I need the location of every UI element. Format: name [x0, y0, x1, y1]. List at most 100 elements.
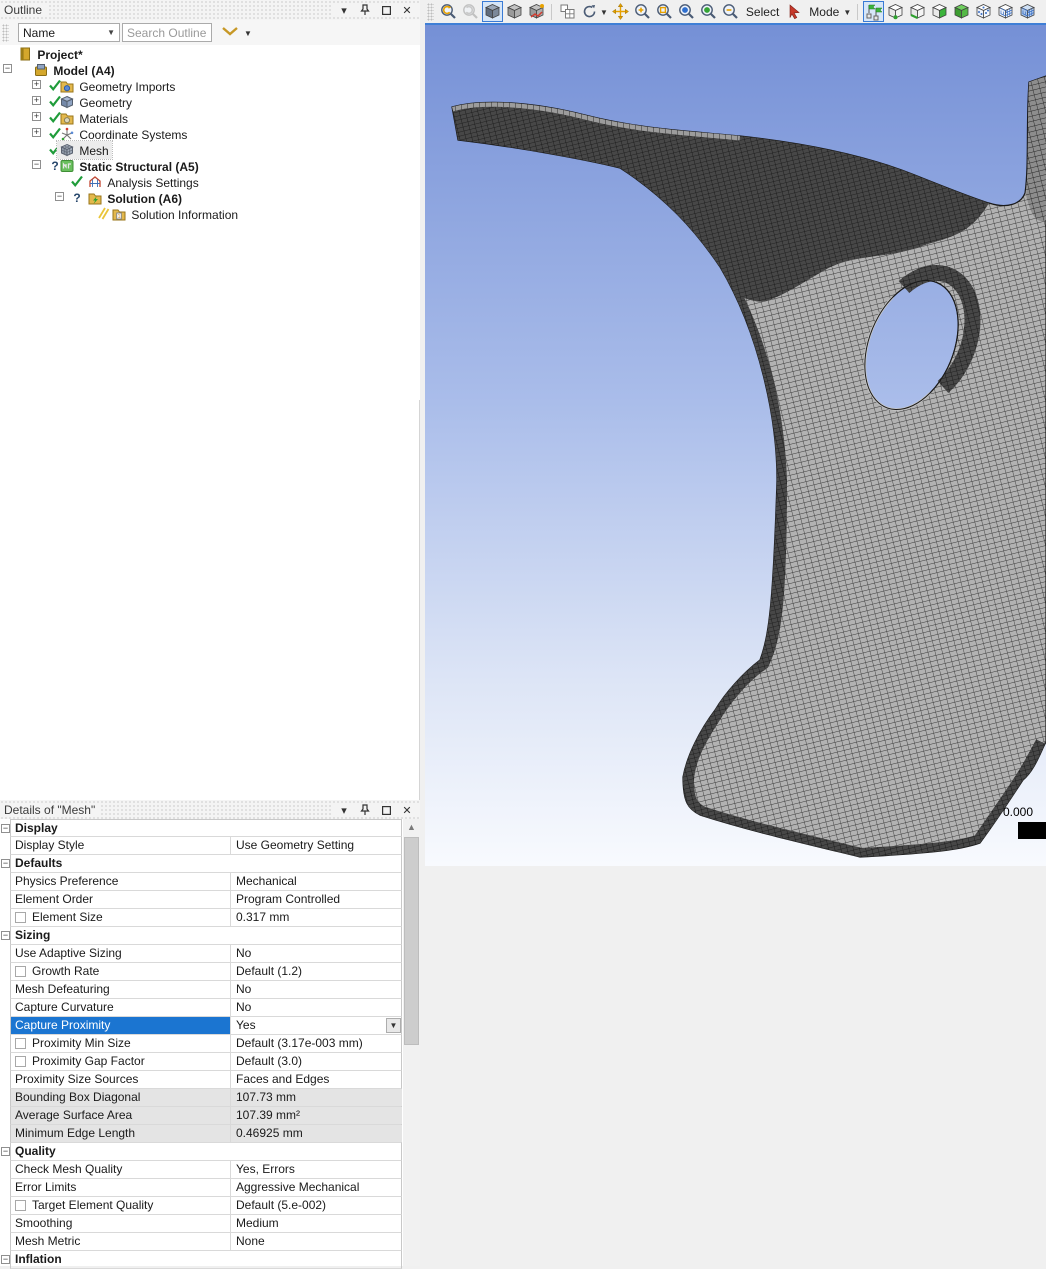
property-label[interactable]: Capture Proximity — [11, 1017, 231, 1034]
tree-item-materials[interactable]: + Materials — [0, 109, 420, 125]
tree-expander-icon[interactable]: + — [32, 96, 41, 105]
checkbox[interactable] — [15, 1038, 26, 1049]
tree-item-geometry-imports[interactable]: + Geometry Imports — [0, 77, 420, 93]
property-label[interactable]: Physics Preference — [11, 873, 231, 890]
tree-expander-icon[interactable]: − — [3, 64, 12, 73]
details-row-element-size[interactable]: Element Size 0.317 mm — [10, 909, 402, 927]
dropdown-button-icon[interactable]: ▼ — [386, 1018, 401, 1033]
box-zoom-icon[interactable] — [654, 1, 675, 22]
pin-icon[interactable] — [358, 803, 372, 817]
property-label[interactable]: Growth Rate — [11, 963, 231, 980]
property-value[interactable]: Yes▼ — [231, 1017, 402, 1034]
property-value[interactable]: Aggressive Mechanical — [231, 1179, 402, 1196]
details-row-display-style[interactable]: Display Style Use Geometry Setting — [10, 837, 402, 855]
property-label[interactable]: Proximity Size Sources — [11, 1071, 231, 1088]
close-icon[interactable]: ✕ — [400, 3, 414, 17]
close-icon[interactable]: ✕ — [400, 803, 414, 817]
chevron-down-icon[interactable]: ▼ — [600, 8, 608, 17]
tree-item-solution-a6[interactable]: −? Solution (A6) — [0, 189, 420, 205]
property-value[interactable]: 107.39 mm² — [231, 1107, 402, 1124]
property-value[interactable]: Use Geometry Setting — [231, 837, 402, 854]
property-value[interactable]: Mechanical — [231, 873, 402, 890]
section-collapse-icon[interactable]: − — [1, 931, 10, 940]
chevron-down-icon[interactable]: ▼ — [244, 29, 252, 38]
filter-vertex-icon[interactable] — [885, 1, 906, 22]
panel-menu-icon[interactable]: ▾ — [337, 803, 351, 817]
tree-expander-icon[interactable]: − — [55, 192, 64, 201]
details-row-average-surface-area[interactable]: Average Surface Area 107.39 mm² — [10, 1107, 402, 1125]
chevron-down-icon[interactable]: ▼ — [843, 8, 851, 17]
property-label[interactable]: Mesh Metric — [11, 1233, 231, 1250]
details-row-capture-curvature[interactable]: Capture Curvature No — [10, 999, 402, 1017]
details-row-error-limits[interactable]: Error Limits Aggressive Mechanical — [10, 1179, 402, 1197]
details-row-proximity-size-sources[interactable]: Proximity Size Sources Faces and Edges — [10, 1071, 402, 1089]
filter-element-icon[interactable] — [1017, 1, 1038, 22]
property-label[interactable]: Minimum Edge Length — [11, 1125, 231, 1142]
property-label[interactable]: Proximity Gap Factor — [11, 1053, 231, 1070]
shaded-exterior-edges-icon[interactable] — [482, 1, 503, 22]
property-value[interactable]: 107.73 mm — [231, 1089, 402, 1106]
details-row-mesh-metric[interactable]: Mesh Metric None — [10, 1233, 402, 1251]
checkbox[interactable] — [15, 1056, 26, 1067]
section-collapse-icon[interactable]: − — [1, 824, 10, 833]
filter-element-face-icon[interactable] — [995, 1, 1016, 22]
property-label[interactable]: Mesh Defeaturing — [11, 981, 231, 998]
zoom-out-icon[interactable] — [720, 1, 741, 22]
details-row-smoothing[interactable]: Smoothing Medium — [10, 1215, 402, 1233]
property-value[interactable]: 0.317 mm — [231, 909, 402, 926]
property-value[interactable]: Default (1.2) — [231, 963, 402, 980]
property-value[interactable]: Medium — [231, 1215, 402, 1232]
section-collapse-icon[interactable]: − — [1, 1255, 10, 1264]
tree-expander-icon[interactable]: + — [32, 112, 41, 121]
property-value[interactable]: Yes, Errors — [231, 1161, 402, 1178]
outline-titlebar[interactable]: Outline ▾ ✕ — [0, 0, 420, 20]
property-label[interactable]: Smoothing — [11, 1215, 231, 1232]
tree-item-project[interactable]: Project* — [0, 45, 420, 61]
filter-face-icon[interactable] — [929, 1, 950, 22]
property-value[interactable]: Faces and Edges — [231, 1071, 402, 1088]
property-label[interactable]: Error Limits — [11, 1179, 231, 1196]
section-collapse-icon[interactable]: − — [1, 859, 10, 868]
details-row-growth-rate[interactable]: Growth Rate Default (1.2) — [10, 963, 402, 981]
details-section-sizing[interactable]: − Sizing — [10, 927, 402, 945]
filter-node-icon[interactable] — [973, 1, 994, 22]
zoom-back-icon[interactable] — [438, 1, 459, 22]
tree-item-geometry[interactable]: + Geometry — [0, 93, 420, 109]
property-value[interactable]: Program Controlled — [231, 891, 402, 908]
shaded-exterior-icon[interactable] — [504, 1, 525, 22]
details-row-element-order[interactable]: Element Order Program Controlled — [10, 891, 402, 909]
property-label[interactable]: Element Order — [11, 891, 231, 908]
details-row-physics-preference[interactable]: Physics Preference Mechanical — [10, 873, 402, 891]
details-section-display[interactable]: − Display — [10, 819, 402, 837]
scroll-up-icon[interactable]: ▲ — [403, 819, 420, 835]
checkbox[interactable] — [15, 966, 26, 977]
tree-expander-icon[interactable]: + — [32, 80, 41, 89]
property-value[interactable]: None — [231, 1233, 402, 1250]
section-collapse-icon[interactable]: − — [1, 1147, 10, 1156]
rotate-icon[interactable] — [579, 1, 600, 22]
details-row-bounding-box-diagonal[interactable]: Bounding Box Diagonal 107.73 mm — [10, 1089, 402, 1107]
property-value[interactable]: Default (5.e-002) — [231, 1197, 402, 1214]
tree-item-analysis-settings[interactable]: Analysis Settings — [0, 173, 420, 189]
tree-item-model-a4[interactable]: − Model (A4) — [0, 61, 420, 77]
details-row-proximity-gap-factor[interactable]: Proximity Gap Factor Default (3.0) — [10, 1053, 402, 1071]
details-row-target-element-quality[interactable]: Target Element Quality Default (5.e-002) — [10, 1197, 402, 1215]
zoom-fit-icon[interactable] — [676, 1, 697, 22]
tree-expander-icon[interactable]: + — [32, 128, 41, 137]
pan-icon[interactable] — [610, 1, 631, 22]
property-value[interactable]: No — [231, 999, 402, 1016]
details-titlebar[interactable]: Details of "Mesh" ▾ ✕ — [0, 800, 420, 820]
property-label[interactable]: Display Style — [11, 837, 231, 854]
graphics-annotate-icon[interactable] — [526, 1, 547, 22]
details-section-defaults[interactable]: − Defaults — [10, 855, 402, 873]
property-value[interactable]: 0.46925 mm — [231, 1125, 402, 1142]
details-row-mesh-defeaturing[interactable]: Mesh Defeaturing No — [10, 981, 402, 999]
filter-body-icon[interactable] — [951, 1, 972, 22]
name-filter-combo[interactable]: Name ▼ — [18, 23, 120, 42]
details-section-quality[interactable]: − Quality — [10, 1143, 402, 1161]
select-flags-icon[interactable] — [863, 1, 884, 22]
zoom-forward-icon[interactable] — [460, 1, 481, 22]
details-row-minimum-edge-length[interactable]: Minimum Edge Length 0.46925 mm — [10, 1125, 402, 1143]
details-section-inflation[interactable]: − Inflation — [10, 1251, 402, 1269]
property-label[interactable]: Bounding Box Diagonal — [11, 1089, 231, 1106]
